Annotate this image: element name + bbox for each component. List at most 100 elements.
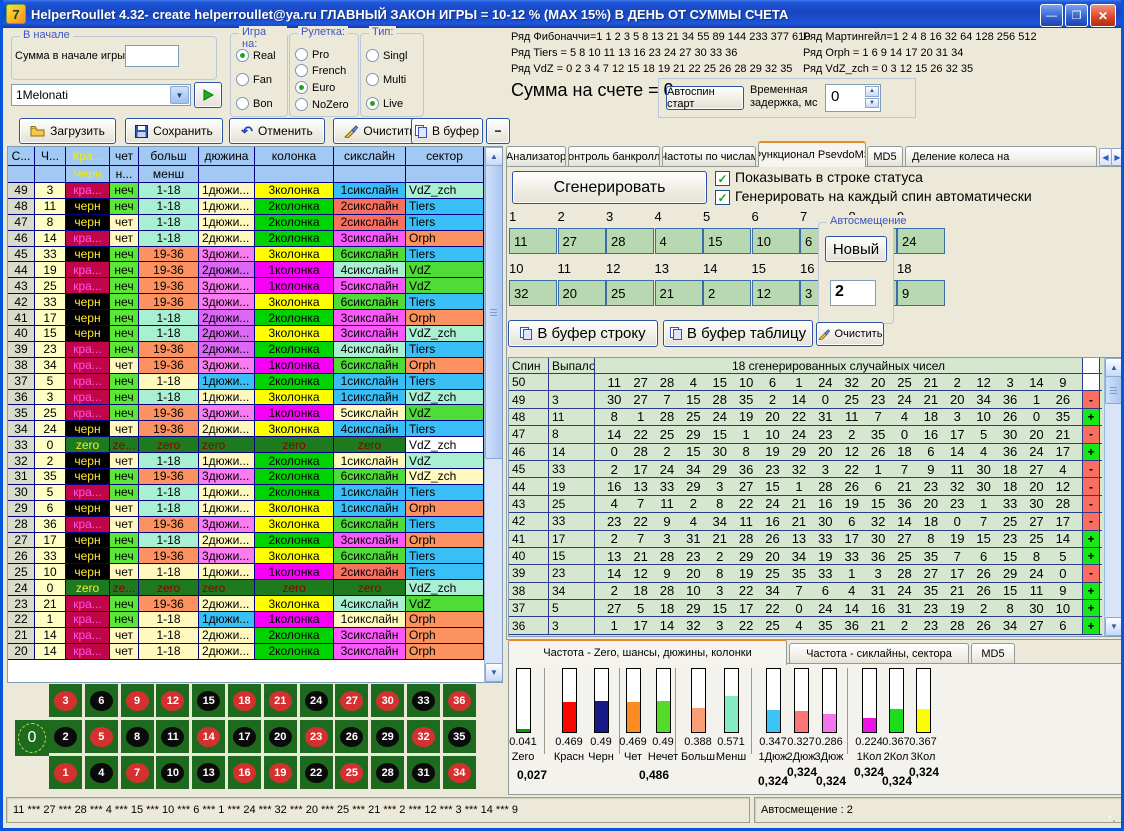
board-cell-1[interactable]: 1 <box>49 756 82 789</box>
shift-input[interactable]: 2 <box>830 280 876 306</box>
board-cell-23[interactable]: 23 <box>300 720 333 753</box>
board-cell-3[interactable]: 3 <box>49 684 82 717</box>
load-button[interactable]: Загрузить <box>19 118 116 144</box>
left-table-row[interactable]: 3424чернчет19-362дюжи...3колонка4сикслай… <box>8 421 484 437</box>
tab-1[interactable]: Анализатор <box>506 146 566 167</box>
radio-bon[interactable]: Bon <box>236 97 273 110</box>
grid-number-cell[interactable]: 21 <box>655 280 703 306</box>
left-table-row[interactable]: 4419кра...неч19-362дюжи...1колонка4сиксл… <box>8 262 484 278</box>
buffer-table-button[interactable]: В буфер таблицу <box>663 320 813 347</box>
minimize-button[interactable]: — <box>1040 4 1063 27</box>
buffer-row-button[interactable]: В буфер строку <box>508 320 658 347</box>
left-table-row[interactable]: 330zeroze...zerozerozerozeroVdZ_zch <box>8 437 484 453</box>
clear-generated-button[interactable]: Очистить <box>816 322 884 346</box>
left-table-row[interactable]: 2717черннеч1-182дюжи...2колонка3сикслайн… <box>8 533 484 549</box>
board-cell-14[interactable]: 14 <box>192 720 225 753</box>
board-cell-13[interactable]: 13 <box>192 756 225 789</box>
scroll-down-icon[interactable]: ▼ <box>1105 617 1122 636</box>
tab-2[interactable]: Контроль банкролла <box>568 146 660 167</box>
radio-euro[interactable]: Euro <box>295 81 335 94</box>
left-table-row[interactable]: 3834кра...чет19-363дюжи...1колонка6сиксл… <box>8 358 484 374</box>
generated-table-row[interactable]: 39231412920819253533132827172629240- <box>509 565 1102 582</box>
left-table-row[interactable]: 4325кра...неч19-363дюжи...1колонка5сиксл… <box>8 278 484 294</box>
undo-button[interactable]: ↶ Отменить <box>229 118 325 144</box>
tab-scroll-right-icon[interactable]: ▶ <box>1111 148 1124 166</box>
board-cell-2[interactable]: 2 <box>49 720 82 753</box>
board-cell-5[interactable]: 5 <box>85 720 118 753</box>
left-table-row[interactable]: 493кра...неч1-181дюжи...3колонка1сикслай… <box>8 183 484 199</box>
board-cell-11[interactable]: 11 <box>156 720 189 753</box>
left-table-row[interactable]: 375кра...неч1-181дюжи...2колонка1сикслай… <box>8 374 484 390</box>
left-table-row[interactable]: 3923кра...неч19-362дюжи...2колонка4сиксл… <box>8 342 484 358</box>
profile-combobox[interactable]: 1Melonati ▼ <box>11 84 191 106</box>
tab-6[interactable]: Деление колеса на <box>905 146 1097 167</box>
spinner-up-icon[interactable]: ▲ <box>865 86 879 97</box>
radio-live[interactable]: Live <box>366 97 403 110</box>
board-cell-27[interactable]: 27 <box>335 684 368 717</box>
scroll-up-icon[interactable]: ▲ <box>1105 358 1122 377</box>
grid-number-cell[interactable]: 9 <box>897 280 945 306</box>
board-cell-33[interactable]: 33 <box>407 684 440 717</box>
generated-table-row[interactable]: 46140282153081929201226186144362417+ <box>509 444 1102 461</box>
board-cell-16[interactable]: 16 <box>228 756 261 789</box>
board-cell-35[interactable]: 35 <box>443 720 476 753</box>
delay-spinner[interactable]: 0 ▲ ▼ <box>825 84 881 112</box>
title-bar[interactable]: 7 HelperRoullet 4.32- create helperroull… <box>0 0 1124 28</box>
autogen-checkbox[interactable]: ✓ Генерировать на каждый спин автоматиче… <box>715 188 1032 205</box>
left-table-row[interactable]: 4233черннеч19-363дюжи...3колонка6сикслай… <box>8 294 484 310</box>
board-cell-9[interactable]: 9 <box>121 684 154 717</box>
board-cell-15[interactable]: 15 <box>192 684 225 717</box>
resize-grip[interactable] <box>1107 814 1119 826</box>
board-cell-31[interactable]: 31 <box>407 756 440 789</box>
tab-5[interactable]: MD5 <box>867 146 903 167</box>
radio-multi[interactable]: Multi <box>366 73 406 86</box>
spinner-down-icon[interactable]: ▼ <box>865 98 879 109</box>
generated-table-row[interactable]: 43254711282224211619153620231333028- <box>509 496 1102 513</box>
generated-table-row[interactable]: 3631171432322254353621223282634276+ <box>509 617 1102 634</box>
freq-tab-1[interactable]: Частота - Zero, шансы, дюжины, колонки <box>508 639 787 665</box>
left-table-row[interactable]: 221кра...неч1-181дюжи...1колонка1сикслай… <box>8 612 484 628</box>
left-table-row[interactable]: 322чернчет1-181дюжи...2колонка1сикслайнV… <box>8 453 484 469</box>
board-cell-6[interactable]: 6 <box>85 684 118 717</box>
left-table-row[interactable]: 363кра...неч1-181дюжи...3колонка1сикслай… <box>8 390 484 406</box>
maximize-button[interactable]: ❐ <box>1065 4 1088 27</box>
board-cell-36[interactable]: 36 <box>443 684 476 717</box>
board-cell-32[interactable]: 32 <box>407 720 440 753</box>
radio-nozero[interactable]: NoZero <box>295 98 349 111</box>
buffer-button[interactable]: В буфер <box>411 118 483 144</box>
autospin-button[interactable]: Автоспин старт <box>666 86 744 110</box>
board-cell-34[interactable]: 34 <box>443 756 476 789</box>
left-table-row[interactable]: 2014кра...чет1-182дюжи...2колонка3сиксла… <box>8 644 484 660</box>
freq-tab-2[interactable]: Частота - сиклайны, сектора <box>789 643 969 664</box>
board-zero-cell[interactable]: 0 <box>15 720 49 756</box>
grid-number-cell[interactable]: 20 <box>558 280 606 306</box>
close-button[interactable]: ✕ <box>1090 4 1116 27</box>
generated-table-row[interactable]: 40151321282322920341933362535761585+ <box>509 548 1102 565</box>
board-cell-7[interactable]: 7 <box>121 756 154 789</box>
generated-table-row[interactable]: 4811812825241920223111741831026035+ <box>509 409 1102 426</box>
statusline-checkbox[interactable]: ✓ Показывать в строке статуса <box>715 169 923 186</box>
board-cell-21[interactable]: 21 <box>264 684 297 717</box>
grid-number-cell[interactable]: 28 <box>606 228 654 254</box>
left-table-row[interactable]: 2836кра...чет19-363дюжи...3колонка6сиксл… <box>8 517 484 533</box>
left-table-row[interactable]: 4117черннеч1-182дюжи...2колонка3сикслайн… <box>8 310 484 326</box>
generated-table-row[interactable]: 4533217243429362332322179113018274- <box>509 461 1102 478</box>
grid-number-cell[interactable]: 11 <box>509 228 557 254</box>
left-table-row[interactable]: 305кра...неч1-181дюжи...2колонка1сикслай… <box>8 485 484 501</box>
radio-real[interactable]: Real <box>236 49 276 62</box>
left-table-row[interactable]: 296чернчет1-181дюжи...3колонка1сикслайнO… <box>8 501 484 517</box>
tab-3[interactable]: Частоты по числам <box>662 146 756 167</box>
radio-fan[interactable]: Fan <box>236 73 272 86</box>
generated-table-row[interactable]: 50112728415106124322025212123149 <box>509 374 1102 391</box>
board-cell-30[interactable]: 30 <box>371 684 404 717</box>
play-button[interactable] <box>194 82 222 108</box>
generated-table-row[interactable]: 42332322943411162130632141807252717- <box>509 513 1102 530</box>
left-table-row[interactable]: 3135черннеч19-363дюжи...2колонка6сикслай… <box>8 469 484 485</box>
left-table-row[interactable]: 240zeroze...zerozerozerozeroVdZ_zch <box>8 580 484 596</box>
left-table-row[interactable]: 2114кра...чет1-182дюжи...2колонка3сиксла… <box>8 628 484 644</box>
chevron-down-icon[interactable]: ▼ <box>170 86 189 104</box>
board-cell-28[interactable]: 28 <box>371 756 404 789</box>
board-cell-24[interactable]: 24 <box>300 684 333 717</box>
grid-number-cell[interactable]: 4 <box>655 228 703 254</box>
left-table-row[interactable]: 4015черннеч1-182дюжи...3колонка3сикслайн… <box>8 326 484 342</box>
